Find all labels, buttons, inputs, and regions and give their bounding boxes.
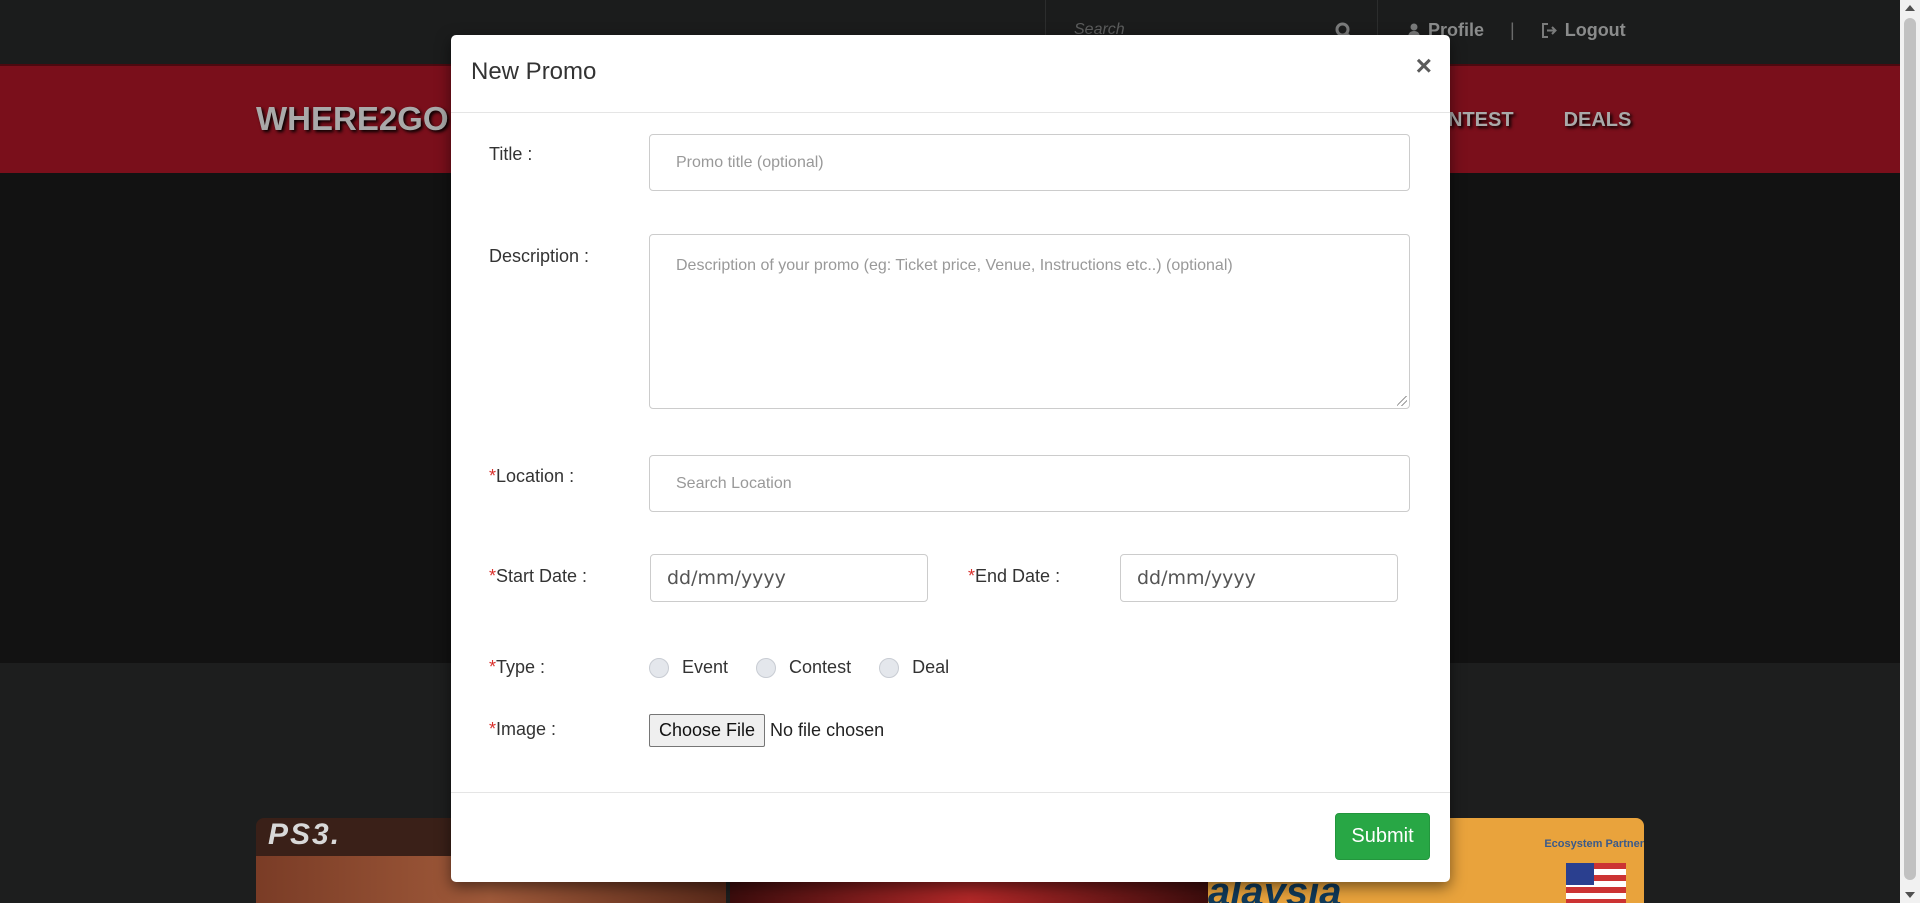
modal-title: New Promo	[471, 58, 597, 85]
required-marker: *	[489, 657, 497, 677]
description-textarea[interactable]: Description of your promo (eg: Ticket pr…	[649, 234, 1410, 409]
location-label: *Location :	[489, 466, 575, 486]
radio-deal[interactable]	[879, 657, 900, 678]
scroll-up-icon[interactable]	[1905, 5, 1915, 11]
scrollbar-thumb[interactable]	[1904, 18, 1916, 880]
type-label: *Type :	[489, 657, 546, 677]
submit-button[interactable]: Submit	[1335, 813, 1430, 860]
end-date-label: *End Date :	[968, 566, 1061, 586]
required-marker: *	[489, 466, 497, 486]
required-marker: *	[968, 566, 976, 586]
start-date-label: *Start Date :	[489, 566, 588, 586]
end-date-input[interactable]: dd/mm/yyyy	[1120, 554, 1398, 602]
required-marker: *	[489, 566, 497, 586]
type-option-event[interactable]: Event	[649, 657, 728, 678]
required-marker: *	[489, 719, 497, 739]
modal-footer: Submit	[451, 792, 1450, 882]
close-icon[interactable]: ×	[1416, 52, 1432, 80]
image-file-input: Choose File No file chosen	[649, 714, 884, 747]
type-option-deal[interactable]: Deal	[879, 657, 949, 678]
radio-label-deal: Deal	[912, 657, 950, 677]
file-status: No file chosen	[770, 720, 885, 740]
radio-event[interactable]	[649, 657, 669, 678]
radio-label-event: Event	[682, 657, 729, 677]
title-label: Title :	[489, 144, 533, 164]
scroll-down-icon[interactable]	[1905, 892, 1915, 898]
start-date-value: dd/mm/yyyy	[667, 567, 786, 589]
end-date-value: dd/mm/yyyy	[1137, 567, 1256, 589]
choose-file-button[interactable]: Choose File	[649, 714, 766, 747]
start-date-input[interactable]: dd/mm/yyyy	[650, 554, 928, 602]
new-promo-modal: New Promo × Title : Promo title (optiona…	[451, 35, 1450, 882]
title-input[interactable]: Promo title (optional)	[649, 134, 1410, 191]
resize-handle-icon[interactable]	[1397, 396, 1407, 406]
location-input[interactable]: Search Location	[649, 455, 1410, 512]
title-placeholder: Promo title (optional)	[676, 153, 824, 171]
page-scrollbar[interactable]	[1900, 0, 1920, 903]
type-radio-group: Event Contest Deal	[649, 657, 977, 678]
image-label: *Image :	[489, 719, 557, 739]
description-placeholder: Description of your promo (eg: Ticket pr…	[676, 257, 1233, 274]
description-label: Description :	[489, 246, 590, 266]
modal-header: New Promo ×	[451, 35, 1450, 113]
type-option-contest[interactable]: Contest	[756, 657, 851, 678]
radio-contest[interactable]	[756, 657, 777, 678]
radio-label-contest: Contest	[789, 657, 852, 677]
location-placeholder: Search Location	[676, 474, 792, 492]
